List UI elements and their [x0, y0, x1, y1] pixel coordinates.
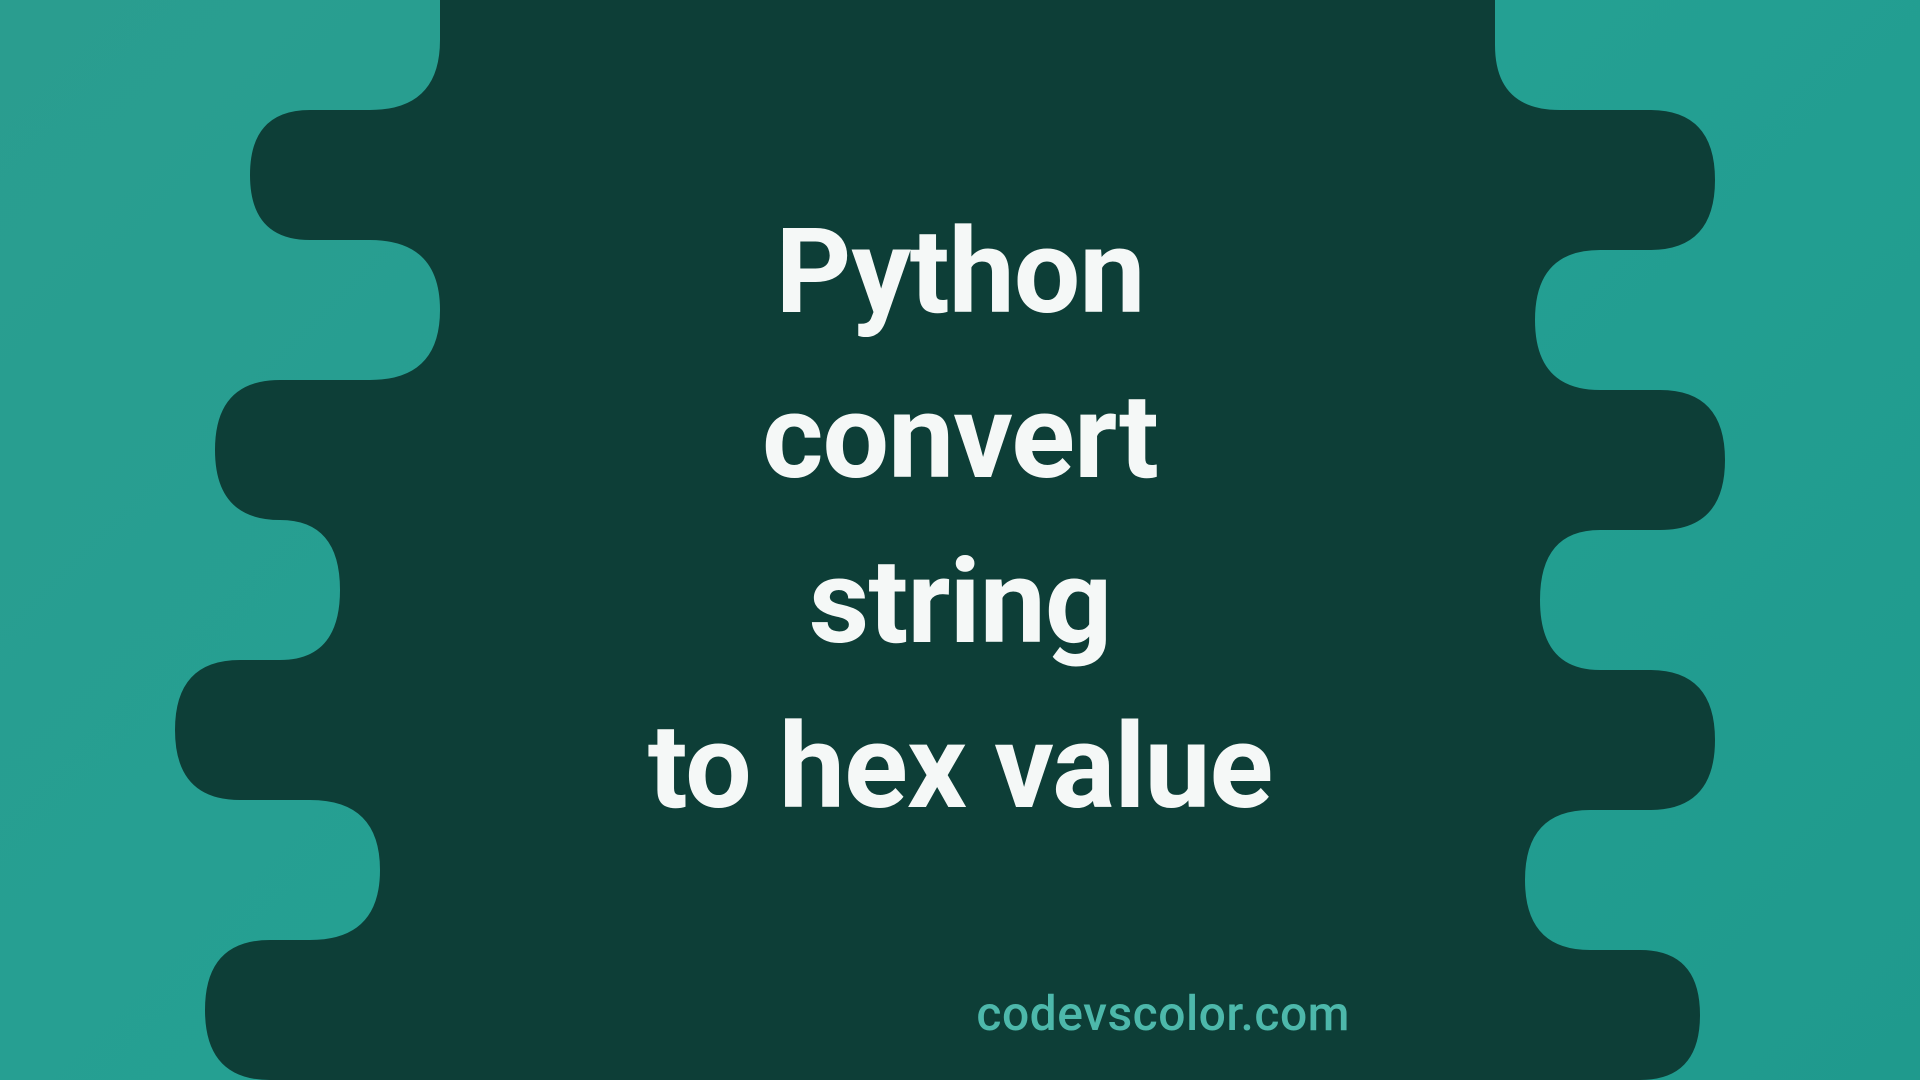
title-line-4: to hex value — [648, 685, 1273, 850]
title-block: Python convert string to hex value — [648, 190, 1273, 851]
title-line-1: Python — [648, 190, 1273, 355]
title-line-3: string — [648, 520, 1273, 685]
watermark-text: codevscolor.com — [976, 985, 1350, 1042]
banner-container: Python convert string to hex value codev… — [0, 0, 1920, 1080]
title-line-2: convert — [648, 355, 1273, 520]
